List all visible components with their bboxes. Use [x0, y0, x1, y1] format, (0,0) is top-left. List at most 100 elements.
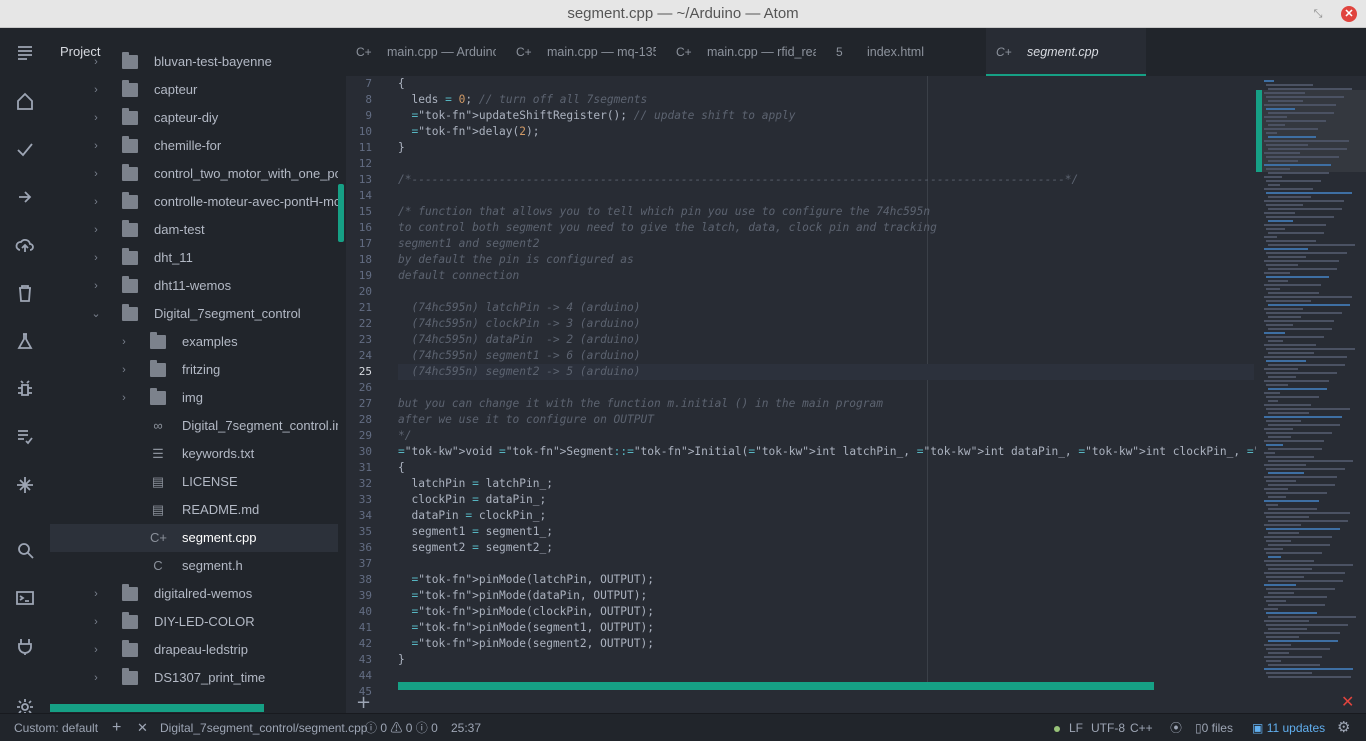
tree-folder[interactable]: › chemille-for — [50, 132, 338, 160]
file-path[interactable]: Digital_7segment_control/segment.cpp — [160, 714, 367, 741]
code-line[interactable]: (74hc595n) segment2 -> 5 (arduino) — [398, 364, 1254, 380]
code-line[interactable]: ="tok-fn">pinMode(segment1, OUTPUT); — [398, 620, 654, 636]
close-tile-button[interactable]: ✕ — [137, 714, 148, 741]
tree-folder[interactable]: › fritzing — [50, 356, 338, 384]
chevron-right-icon[interactable]: › — [90, 188, 102, 216]
broadcast-icon[interactable]: ⦿ — [1170, 714, 1182, 741]
home-icon[interactable] — [13, 89, 37, 113]
code-line[interactable]: ="tok-kw">void ="tok-fn">Segment::="tok-… — [398, 444, 1256, 460]
tree-horizontal-scrollbar[interactable] — [50, 704, 264, 712]
linter-error-icon[interactable]: ✕ — [1341, 692, 1354, 711]
trash-icon[interactable] — [13, 281, 37, 305]
tree-file[interactable]: ▤ LICENSE — [50, 468, 338, 496]
tree-folder[interactable]: › digitalred-wemos — [50, 580, 338, 608]
tree-file[interactable]: ☰ keywords.txt — [50, 440, 338, 468]
error-count[interactable]: ⓘ 0 ⚠ 0 ⓘ 0 — [365, 714, 438, 741]
tree-file[interactable]: ∞ Digital_7segment_control.ino — [50, 412, 338, 440]
tree-folder[interactable]: › controlle-moteur-avec-pontH-mosfet — [50, 188, 338, 216]
tree-folder[interactable]: ⌄ Digital_7segment_control — [50, 300, 338, 328]
tree-folder[interactable]: › DS1307_print_time — [50, 664, 338, 692]
chevron-right-icon[interactable]: › — [118, 328, 130, 356]
tree-folder[interactable]: › control_two_motor_with_one_potentiomete… — [50, 160, 338, 188]
chevron-right-icon[interactable]: › — [90, 580, 102, 608]
chevron-right-icon[interactable]: › — [90, 104, 102, 132]
encoding[interactable]: UTF-8 — [1091, 714, 1125, 741]
tab-3[interactable]: 5 index.html — [826, 28, 976, 76]
code-line[interactable]: ="tok-fn">updateShiftRegister(); // upda… — [398, 108, 795, 124]
tab-1[interactable]: C+ main.cpp — mq-135 — [506, 28, 656, 76]
chevron-right-icon[interactable]: › — [118, 356, 130, 384]
cursor-position[interactable]: 25:37 — [451, 714, 481, 741]
tree-folder[interactable]: › DIY-LED-COLOR — [50, 608, 338, 636]
language[interactable]: C++ — [1130, 714, 1153, 741]
check-icon[interactable] — [13, 137, 37, 161]
chevron-right-icon[interactable]: › — [90, 160, 102, 188]
tree-scrollbar[interactable] — [338, 184, 344, 242]
code-line[interactable]: after we use it to configure on OUTPUT — [398, 412, 654, 428]
chevron-right-icon[interactable]: › — [90, 664, 102, 692]
code-line[interactable]: ="tok-fn">pinMode(dataPin, OUTPUT); — [398, 588, 647, 604]
tree-folder[interactable]: › img — [50, 384, 338, 412]
menu-icon[interactable] — [13, 40, 37, 64]
code-line[interactable]: ="tok-fn">pinMode(clockPin, OUTPUT); — [398, 604, 654, 620]
editor-horizontal-scrollbar[interactable] — [398, 682, 1154, 690]
code-line[interactable]: { — [398, 460, 405, 476]
chevron-right-icon[interactable]: › — [90, 76, 102, 104]
tree-folder[interactable]: › bluvan-test-bayenne — [50, 48, 338, 76]
code-line[interactable]: segment1 = segment1_; — [398, 524, 552, 540]
code-line[interactable]: (74hc595n) segment1 -> 6 (arduino) — [398, 348, 640, 364]
terminal-icon[interactable] — [13, 586, 37, 610]
tree-file[interactable]: Csegment.h — [50, 552, 338, 580]
grammar-selector[interactable]: Custom: default — [14, 714, 98, 741]
code-line[interactable]: */ — [398, 428, 411, 444]
tree-file[interactable]: ▤ README.md — [50, 496, 338, 524]
arrow-right-icon[interactable] — [13, 185, 37, 209]
cloud-upload-icon[interactable] — [13, 233, 37, 257]
code-line[interactable]: segment1 and segment2 — [398, 236, 539, 252]
tree-folder[interactable]: › examples — [50, 328, 338, 356]
tree-folder[interactable]: › dam-test — [50, 216, 338, 244]
code-line[interactable]: /*--------------------------------------… — [398, 172, 1078, 188]
minimap[interactable] — [1256, 76, 1366, 690]
tab-2[interactable]: C+ main.cpp — rfid_reader — [666, 28, 816, 76]
code-line[interactable]: ="tok-fn">pinMode(segment2, OUTPUT); — [398, 636, 654, 652]
chevron-right-icon[interactable]: › — [90, 244, 102, 272]
chevron-right-icon[interactable]: › — [90, 608, 102, 636]
code-line[interactable]: (74hc595n) dataPin -> 2 (arduino) — [398, 332, 640, 348]
flask-icon[interactable] — [13, 329, 37, 353]
code-line[interactable]: /* function that allows you to tell whic… — [398, 204, 930, 220]
code-line[interactable]: } — [398, 140, 405, 156]
code-line[interactable]: dataPin = clockPin_; — [398, 508, 546, 524]
chevron-right-icon[interactable]: › — [90, 636, 102, 664]
code-line[interactable]: segment2 = segment2_; — [398, 540, 552, 556]
chevron-right-icon[interactable]: › — [90, 48, 102, 76]
code-line[interactable]: leds = 0; // turn off all 7segments — [398, 92, 647, 108]
close-window-button[interactable]: ✕ — [1341, 6, 1357, 22]
code-line[interactable]: to control both segment you need to give… — [398, 220, 937, 236]
code-line[interactable]: ="tok-fn">pinMode(latchPin, OUTPUT); — [398, 572, 654, 588]
checklist-icon[interactable] — [13, 425, 37, 449]
code-line[interactable]: but you can change it with the function … — [398, 396, 883, 412]
code-line[interactable]: { — [398, 76, 405, 92]
search-icon[interactable] — [13, 538, 37, 562]
tree-folder[interactable]: › dht_11 — [50, 244, 338, 272]
chevron-down-icon[interactable]: ⌄ — [90, 300, 102, 328]
tree-folder[interactable]: › dht11-wemos — [50, 272, 338, 300]
tree-file[interactable]: C+ segment.cpp — [50, 524, 338, 552]
tree-folder[interactable]: › drapeau-ledstrip — [50, 636, 338, 664]
code-line[interactable]: } — [398, 652, 405, 668]
git-files[interactable]: ▯0 files — [1195, 714, 1233, 741]
chevron-right-icon[interactable]: › — [90, 216, 102, 244]
code-line[interactable]: by default the pin is configured as — [398, 252, 634, 268]
bug-icon[interactable] — [13, 377, 37, 401]
tab-0[interactable]: C+ main.cpp — Arduino — [346, 28, 496, 76]
tree-folder[interactable]: › capteur — [50, 76, 338, 104]
chevron-right-icon[interactable]: › — [90, 132, 102, 160]
line-ending[interactable]: LF — [1069, 714, 1083, 741]
minimize-icon[interactable]: ⤡ — [1310, 6, 1326, 22]
add-pane-icon[interactable]: + — [356, 692, 371, 713]
chevron-right-icon[interactable]: › — [90, 272, 102, 300]
code-line[interactable]: default connection — [398, 268, 519, 284]
code-line[interactable]: ="tok-fn">delay(2); — [398, 124, 539, 140]
tab-4[interactable]: C+ segment.cpp — [986, 28, 1146, 76]
